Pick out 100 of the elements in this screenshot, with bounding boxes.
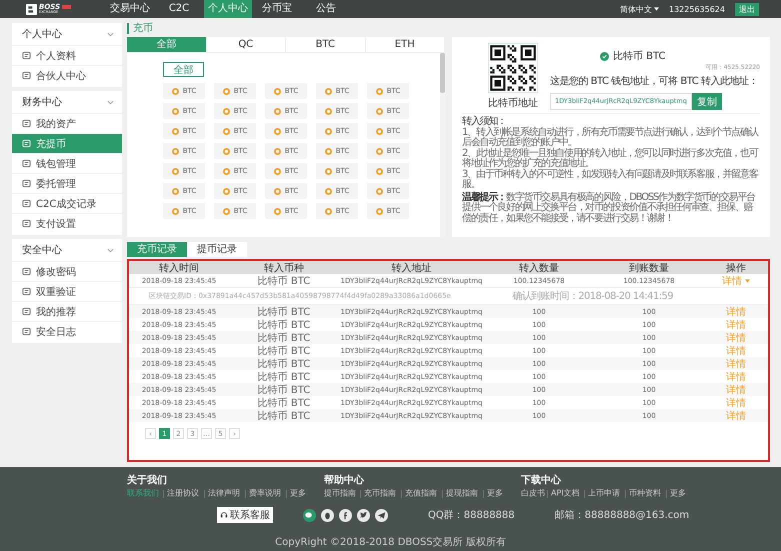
coin-icon: [172, 108, 179, 114]
table-cell-text: 比特币 BTC: [256, 370, 312, 384]
sidebar-item[interactable]: 委托管理: [12, 173, 122, 193]
coin-icon: [222, 188, 230, 194]
user-phone: 13225635624: [669, 4, 725, 14]
footer-link[interactable]: 白皮书: [521, 490, 548, 498]
table-cell-text: 比特币 BTC: [256, 396, 312, 410]
column-header: 转入币种: [263, 262, 305, 275]
table-cell-text: 比特币 BTC: [256, 344, 312, 358]
footer-link[interactable]: 费率说明: [245, 490, 284, 498]
coin-icon: [376, 128, 383, 134]
coin-icon: [376, 108, 383, 114]
logo-tag: [62, 5, 72, 10]
menu-icon: [22, 327, 31, 336]
sidebar-item[interactable]: 安全日志: [12, 321, 122, 341]
sidebar-group-title: 个人中心: [22, 28, 62, 41]
table-cell-text: 比特币 BTC: [256, 332, 312, 345]
coin-icon: [274, 148, 281, 154]
sidebar-item[interactable]: 支付设置: [12, 213, 122, 233]
bird-icon[interactable]: [357, 508, 370, 522]
customer-service-button[interactable]: 联系客服: [217, 507, 273, 523]
coin-icon: [222, 108, 230, 114]
footer-link[interactable]: 充币指南: [360, 490, 400, 498]
coin-icon: [274, 188, 281, 194]
qr-caption: 比特币地址: [488, 96, 538, 110]
nav-link[interactable]: 公告: [302, 0, 350, 18]
coin-icon: [324, 188, 332, 194]
notes-title: 转入须知：: [462, 117, 506, 127]
sidebar-item[interactable]: 钱包管理: [12, 153, 122, 173]
nav-link[interactable]: 交易中心: [106, 0, 154, 18]
sidebar-item[interactable]: 双重验证: [12, 281, 122, 301]
coin-icon: [172, 168, 179, 174]
coin-icon: [172, 128, 179, 134]
coin-icon: [376, 168, 383, 174]
footer-link[interactable]: 联系我们: [127, 490, 162, 498]
table-cell-text: 比特币 BTC: [256, 410, 312, 423]
coin-icon: [324, 88, 332, 94]
coin-tab[interactable]: 全部: [127, 37, 206, 53]
table-cell-text: 比特币 BTC: [256, 384, 312, 397]
menu-icon: [22, 159, 31, 168]
note-text: 2、此地址是您唯一且独自使用的转入地址，您可以同时进行多次充值，也可将地址作为您的扩充的充值地址。: [462, 148, 760, 169]
coin-icon: [172, 208, 179, 214]
address-hint: 这是您的 BTC 钱包地址，可将 BTC 转入此地址：: [550, 74, 758, 88]
language-dropdown[interactable]: 简体中文: [620, 4, 659, 14]
menu-icon: [22, 51, 31, 60]
chevron-icon[interactable]: [107, 32, 114, 36]
nav-link[interactable]: C2C: [155, 0, 203, 18]
footer-link[interactable]: 更多: [483, 490, 506, 498]
note-text: 3、由于币种转入的不可逆性，如发现转入有问题请及时联系客服，并留意客服。: [462, 170, 760, 190]
sidebar-item[interactable]: 修改密码: [12, 261, 122, 281]
f-icon[interactable]: [339, 508, 352, 522]
chevron-icon[interactable]: [107, 100, 114, 104]
sidebar-item[interactable]: 充提币: [12, 133, 122, 153]
record-tab[interactable]: 充币记录: [127, 242, 187, 257]
footer-link[interactable]: 上币申请: [584, 490, 624, 498]
footer-link[interactable]: 更多: [666, 490, 690, 498]
footer-link[interactable]: 更多: [286, 490, 310, 498]
coin-icon: [172, 88, 179, 94]
all-filter-button[interactable]: 全部: [163, 62, 204, 77]
sidebar-item[interactable]: 我的推荐: [12, 301, 122, 321]
menu-icon: [22, 199, 31, 208]
breadcrumb: 充币: [127, 23, 770, 34]
footer-link[interactable]: 注册协议: [163, 490, 202, 498]
coin-icon: [274, 88, 281, 94]
coin-icon: [274, 128, 281, 134]
nav-link[interactable]: 分币宝: [253, 0, 301, 18]
column-header: 到账数量: [628, 262, 670, 275]
logout-button[interactable]: 退出: [735, 2, 759, 16]
confirm-time: 确认到账时间：2018-08-20 14:41:59: [512, 290, 673, 303]
chevron-icon[interactable]: [107, 248, 114, 252]
coin-icon: [274, 208, 281, 214]
check-icon: [600, 52, 609, 60]
sidebar-item[interactable]: 个人资料: [12, 45, 122, 65]
warning-text: 温馨提示：数字货币交易具有极高的风险，DBOSS作为数字货币的交易平台提供一个良好的网上交换平台，对币的投资价值不承担任何审查、担保、赔偿的责任，如果您不能接受，请不要进行交易！谢谢！: [462, 192, 756, 224]
coin-tab[interactable]: ETH: [366, 37, 445, 53]
coin-name: 比特币 BTC: [613, 50, 666, 63]
chat-icon[interactable]: [303, 508, 316, 522]
coin-tab[interactable]: BTC: [286, 37, 366, 53]
footer-link[interactable]: API文档: [547, 490, 583, 498]
headset-icon: [220, 511, 228, 519]
sidebar-item[interactable]: C2C成交记录: [12, 193, 122, 213]
coin-tab[interactable]: QC: [206, 37, 286, 53]
qq-group: QQ群：88888888: [428, 508, 515, 522]
paper-plane-icon[interactable]: [375, 508, 388, 522]
sidebar-item[interactable]: 合伙人中心: [12, 65, 122, 85]
footer-link[interactable]: 充值指南: [401, 490, 440, 498]
column-header: 转入地址: [390, 262, 432, 275]
record-tab[interactable]: 提币记录: [187, 242, 247, 257]
footer-link[interactable]: 提币指南: [324, 490, 360, 498]
nav-link[interactable]: 个人中心: [204, 0, 252, 18]
table-cell-text: 比特币 BTC: [256, 274, 312, 288]
coin-icon: [274, 168, 281, 174]
coin-icon: [324, 168, 332, 174]
column-header: 转入时间: [158, 262, 200, 275]
copy-button[interactable]: 复制: [692, 93, 722, 110]
coin-icon: [274, 108, 281, 114]
caret-icon: [654, 7, 659, 11]
footer-link[interactable]: 法律声明: [204, 490, 244, 498]
footer-link[interactable]: 币种资料: [624, 490, 664, 498]
footer-link[interactable]: 提现指南: [442, 490, 482, 498]
